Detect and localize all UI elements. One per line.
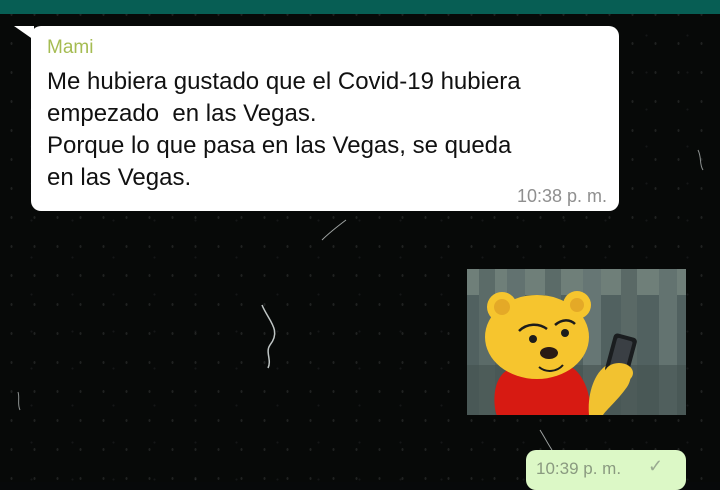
message-text: Me hubiera gustado que el Covid-19 hubie…	[47, 68, 521, 191]
message-timestamp: 10:38 p. m.	[516, 186, 607, 206]
incoming-message-bubble[interactable]: Mami Me hubiera gustado que el Covid-19 …	[31, 26, 619, 211]
outgoing-image-message[interactable]	[467, 269, 686, 415]
outgoing-message-bubble[interactable]: 10:39 p. m. ✓	[526, 450, 686, 490]
app-header-bar	[0, 0, 720, 14]
check-icon: ✓	[648, 456, 664, 476]
sender-name: Mami	[47, 37, 94, 58]
pooh-phone-image	[467, 269, 686, 415]
outgoing-timestamp: 10:39 p. m.	[536, 459, 622, 478]
